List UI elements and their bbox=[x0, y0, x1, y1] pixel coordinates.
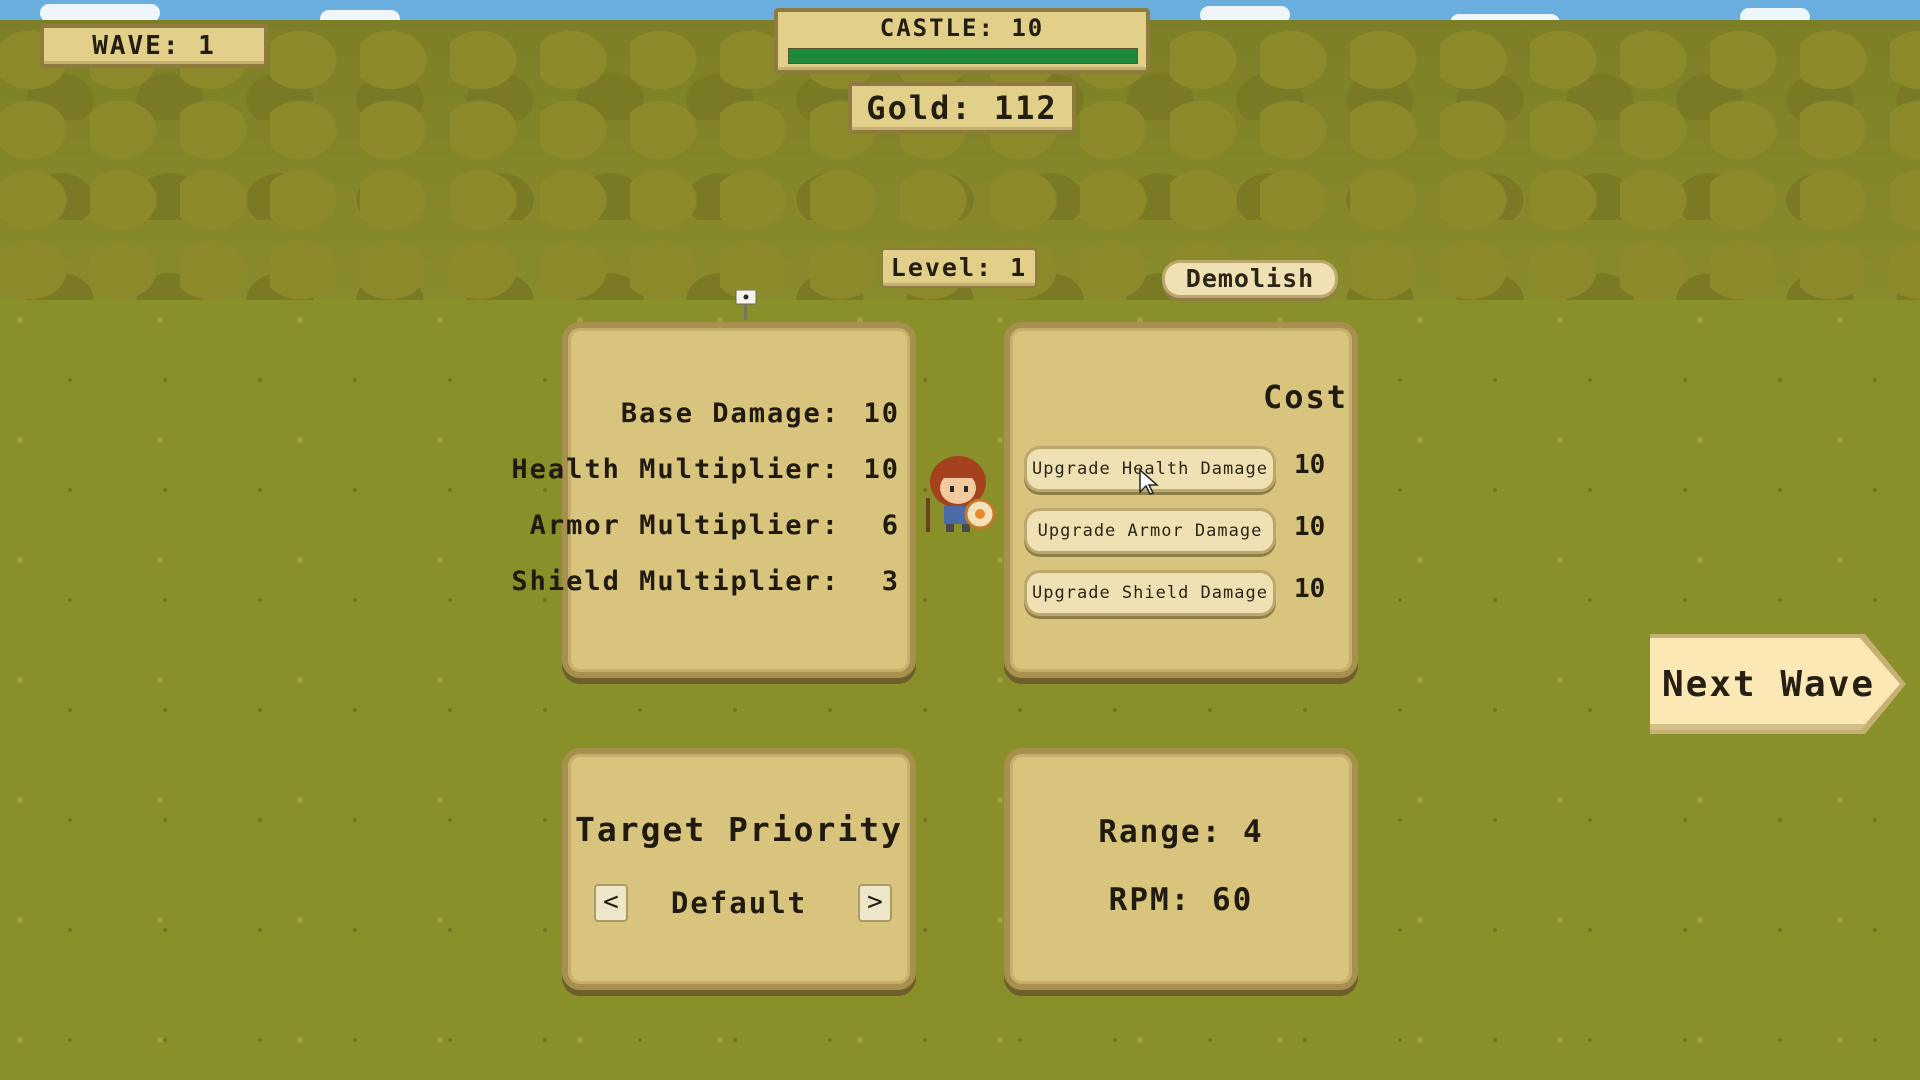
rpm-label: RPM: 60 bbox=[1108, 882, 1254, 918]
upgrade-button[interactable]: Upgrade Armor Damage bbox=[1024, 508, 1276, 554]
upgrade-button[interactable]: Upgrade Shield Damage bbox=[1024, 570, 1276, 616]
priority-next-button[interactable]: > bbox=[858, 884, 892, 922]
stat-label: Base Damage: bbox=[620, 398, 840, 429]
stat-label: Armor Multiplier: bbox=[529, 510, 840, 541]
upgrade-cost: 10 bbox=[1294, 450, 1326, 480]
tower-hero-icon bbox=[922, 448, 1002, 534]
target-priority-panel: Target Priority < Default > bbox=[562, 748, 916, 990]
flag-icon bbox=[734, 289, 758, 320]
tower-level: Level: 1 bbox=[881, 248, 1037, 288]
castle-health-bar bbox=[788, 48, 1138, 64]
upgrade-panel: Cost Upgrade Health Damage 10 Upgrade Armo… bbox=[1004, 322, 1358, 678]
castle-label: CASTLE: 10 bbox=[879, 14, 1045, 42]
stat-label: Health Multiplier: bbox=[511, 454, 840, 485]
stat-value: 10 bbox=[863, 454, 900, 485]
demolish-button[interactable]: Demolish bbox=[1162, 260, 1338, 298]
wave-label: WAVE: 1 bbox=[92, 31, 216, 61]
range-panel: Range: 4 RPM: 60 bbox=[1004, 748, 1358, 990]
stat-row: Armor Multiplier: 6 bbox=[530, 510, 900, 544]
stat-value: 3 bbox=[881, 566, 900, 597]
cursor-icon bbox=[1138, 468, 1160, 496]
demolish-label: Demolish bbox=[1185, 264, 1315, 293]
cost-header: Cost bbox=[1262, 378, 1348, 416]
stat-row: Health Multiplier: 10 bbox=[511, 454, 900, 488]
upgrade-cost: 10 bbox=[1294, 574, 1326, 604]
gold-counter: Gold: 112 bbox=[848, 82, 1076, 134]
stat-value: 6 bbox=[881, 510, 900, 541]
stat-label: Shield Multiplier: bbox=[511, 566, 840, 597]
wave-counter: WAVE: 1 bbox=[40, 24, 268, 68]
castle-health-panel: CASTLE: 10 bbox=[774, 8, 1150, 74]
stat-row: Base Damage: 10 bbox=[568, 398, 900, 432]
upgrade-cost: 10 bbox=[1294, 512, 1326, 542]
next-wave-label: Next Wave bbox=[1662, 663, 1876, 705]
tower-stats-panel: Base Damage: 10 Health Multiplier: 10 Armor … bbox=[511, 322, 916, 678]
range-label: Range: 4 bbox=[1098, 814, 1264, 850]
stat-value: 10 bbox=[863, 398, 900, 429]
castle-health-fill bbox=[789, 49, 1137, 63]
next-wave-button[interactable]: Next Wave bbox=[1650, 638, 1900, 730]
gold-label: Gold: 112 bbox=[866, 89, 1058, 127]
target-priority-title: Target Priority bbox=[574, 810, 903, 849]
level-label: Level: 1 bbox=[890, 253, 1028, 282]
stat-row: Shield Multiplier: 3 bbox=[511, 566, 900, 600]
grass-field bbox=[0, 300, 1920, 1080]
